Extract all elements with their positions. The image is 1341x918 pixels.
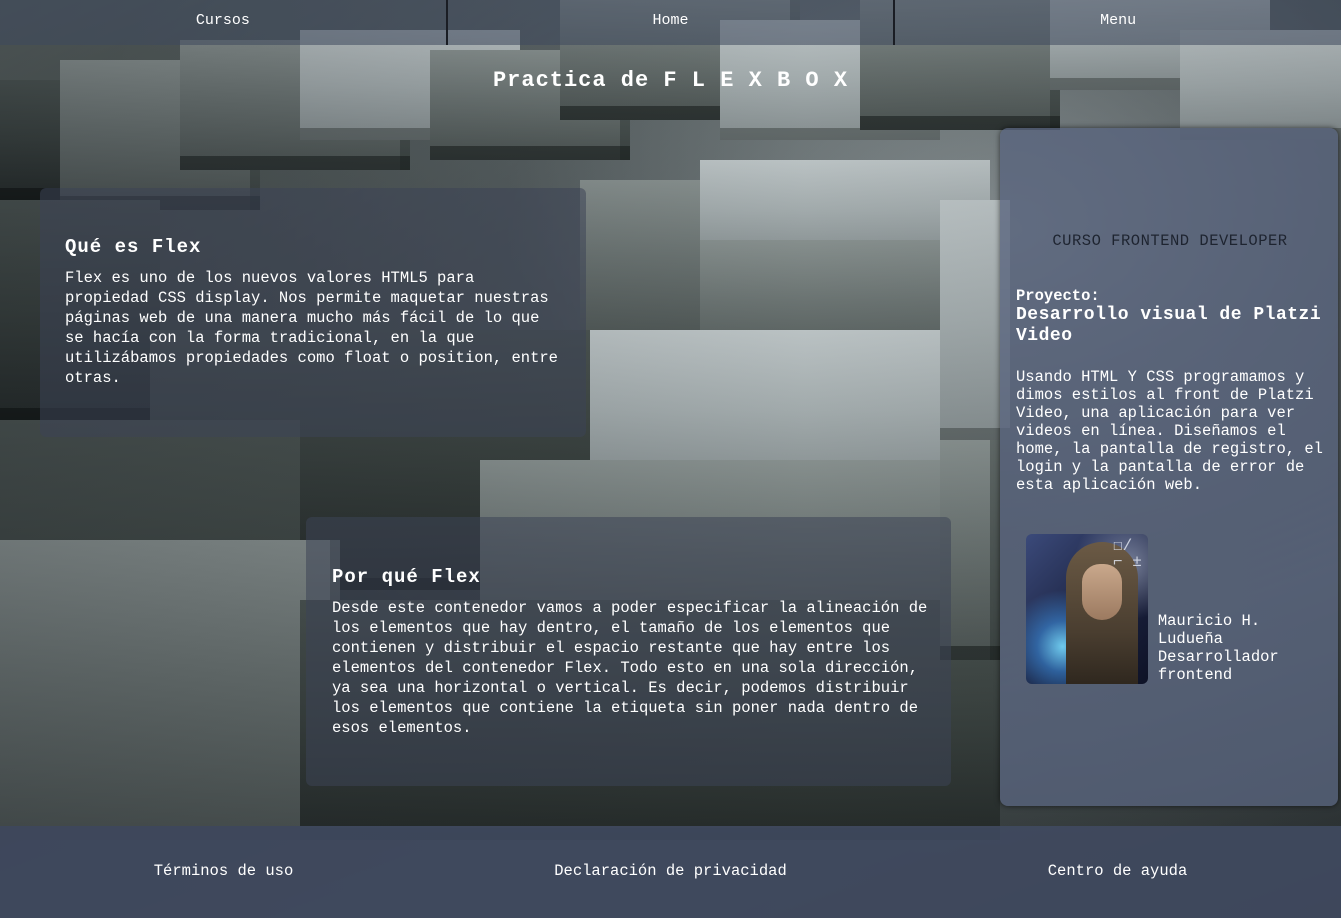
footer: Términos de uso Declaración de privacida… [0, 826, 1341, 918]
footer-link-help[interactable]: Centro de ayuda [894, 862, 1341, 880]
why-flex-card: Por qué Flex Desde este contenedor vamos… [306, 517, 951, 786]
course-aside: CURSO FRONTEND DEVELOPER Proyecto: Desar… [1000, 128, 1338, 806]
nav-item-home[interactable]: Home [448, 0, 896, 45]
nav-item-cursos[interactable]: Cursos [0, 0, 448, 45]
nav-item-menu[interactable]: Menu [895, 0, 1341, 45]
what-is-flex-text: Flex es uno de los nuevos valores HTML5 … [65, 269, 558, 387]
page-title: Practica de F L E X B O X [492, 68, 849, 93]
project-label: Proyecto: [1016, 287, 1100, 305]
why-flex-text: Desde este contenedor vamos a poder espe… [332, 599, 928, 737]
author-role: Desarrollador frontend [1157, 648, 1279, 684]
avatar: ☐/⌐ ± [1026, 534, 1148, 684]
project-name: Desarrollo visual de Platzi Video [1016, 305, 1322, 346]
project-description: Usando HTML Y CSS programamos y dimos es… [1016, 368, 1323, 494]
footer-link-terms[interactable]: Términos de uso [0, 862, 447, 880]
author-name: Mauricio H. Ludueña [1157, 612, 1261, 648]
course-title: CURSO FRONTEND DEVELOPER [1052, 232, 1288, 250]
why-flex-title: Por qué Flex [332, 566, 481, 588]
what-is-flex-card: Qué es Flex Flex es uno de los nuevos va… [40, 188, 586, 437]
what-is-flex-title: Qué es Flex [65, 236, 202, 258]
top-nav: Cursos Home Menu [0, 0, 1341, 45]
author: ☐/⌐ ± Mauricio H. Ludueña Desarrollador … [1026, 534, 1324, 684]
author-info: Mauricio H. Ludueña Desarrollador fronte… [1158, 612, 1324, 684]
footer-link-privacy[interactable]: Declaración de privacidad [447, 862, 894, 880]
